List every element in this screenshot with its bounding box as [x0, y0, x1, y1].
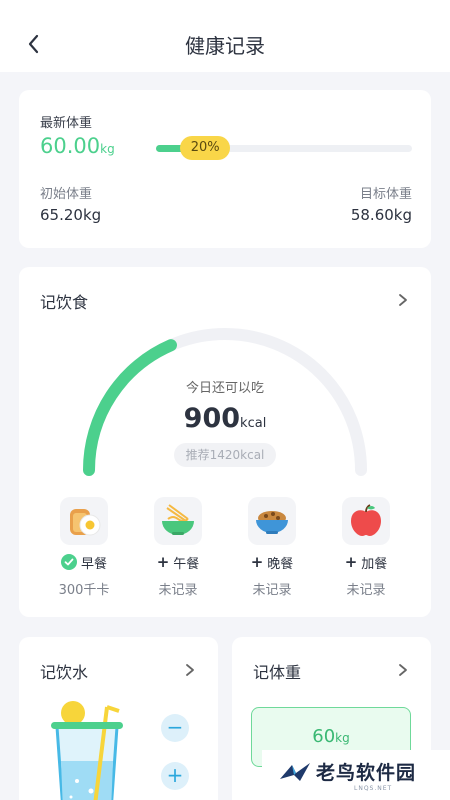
weight-progress-badge: 20%: [180, 136, 231, 160]
ico: [248, 497, 296, 545]
target-weight-label: 目标体重: [359, 187, 412, 202]
remaining-calories-unit: kcal: [240, 416, 267, 431]
latest-weight-label: 最新体重: [40, 116, 93, 131]
meal-dinner[interactable]: + 晚餐 未记录: [232, 497, 312, 598]
latest-weight-value: 60.00kg: [40, 134, 115, 158]
latest-weight-unit: kg: [100, 142, 115, 156]
add-mark: +: [156, 553, 170, 571]
meal-status: 未记录: [346, 583, 386, 598]
water-card: 记饮水 − +: [19, 637, 218, 800]
remaining-calories-value: 900kcal: [19, 403, 431, 434]
add-mark: +: [250, 553, 264, 571]
nav-bar: 健康记录: [0, 0, 450, 72]
start-weight-label: 初始体重: [40, 187, 93, 202]
apple-icon: [351, 504, 381, 536]
meal-snack[interactable]: + 加餐 未记录: [326, 497, 406, 598]
meal-lunch[interactable]: + 午餐 未记录: [138, 497, 218, 598]
body-weight-unit: kg: [335, 731, 350, 745]
body-weight-chevron-right-icon[interactable]: [397, 663, 409, 677]
page-title: 健康记录: [185, 34, 265, 58]
body-weight-title: 记体重: [253, 663, 302, 682]
water-decrease-button[interactable]: −: [161, 714, 189, 742]
add-mark: +: [344, 553, 358, 571]
meal-name: 晚餐: [267, 556, 294, 572]
remaining-calories-number: 900: [183, 403, 241, 434]
meal-name: 早餐: [80, 556, 107, 572]
meal-status: 300千卡: [58, 583, 110, 598]
watermark: 老鸟软件园 LNQS.NET: [262, 750, 450, 800]
meal-name: 午餐: [173, 556, 200, 572]
name: 早餐: [44, 553, 124, 572]
target-weight-value: 58.60kg: [350, 206, 412, 224]
weight-summary-card: 最新体重 60.00kg 20% 初始体重 65.20kg 目标体重 58.60…: [19, 90, 431, 248]
recommended-calories-pill: 推荐1420kcal: [174, 443, 276, 467]
bird-logo-icon: [280, 763, 310, 781]
check-circle-icon: [60, 554, 77, 570]
remaining-calories-label: 今日还可以吃: [185, 381, 264, 396]
body-weight-number: 60: [312, 726, 336, 747]
watermark-url: LNQS.NET: [354, 785, 393, 792]
name: + 晚餐: [232, 553, 312, 572]
ico: [342, 497, 390, 545]
meal-status: 未记录: [252, 583, 292, 598]
diet-title: 记饮食: [40, 293, 89, 312]
noodle-bowl-icon: [162, 504, 194, 535]
ico: [60, 497, 108, 545]
rice-bowl-icon: [256, 511, 288, 534]
name: + 午餐: [138, 553, 218, 572]
meal-breakfast[interactable]: 早餐 300千卡: [44, 497, 124, 598]
name: + 加餐: [326, 553, 406, 572]
diet-chevron-right-icon[interactable]: [397, 293, 409, 307]
watermark-text: 老鸟软件园: [316, 762, 417, 784]
ico: [154, 497, 202, 545]
weight-progress-bar: 20%: [156, 136, 412, 160]
meal-status: 未记录: [158, 583, 198, 598]
water-title: 记饮水: [40, 663, 89, 682]
toast-egg-icon: [70, 509, 101, 536]
water-cup-icon: [51, 701, 123, 800]
diet-card: 记饮食 今日还可以吃 900kcal 推荐1420kcal 早餐 300千卡 +…: [19, 267, 431, 617]
water-increase-button[interactable]: +: [161, 762, 189, 790]
water-chevron-right-icon[interactable]: [184, 663, 196, 677]
start-weight-value: 65.20kg: [40, 206, 102, 224]
meal-name: 加餐: [361, 556, 388, 572]
latest-weight-number: 60.00: [40, 134, 101, 158]
